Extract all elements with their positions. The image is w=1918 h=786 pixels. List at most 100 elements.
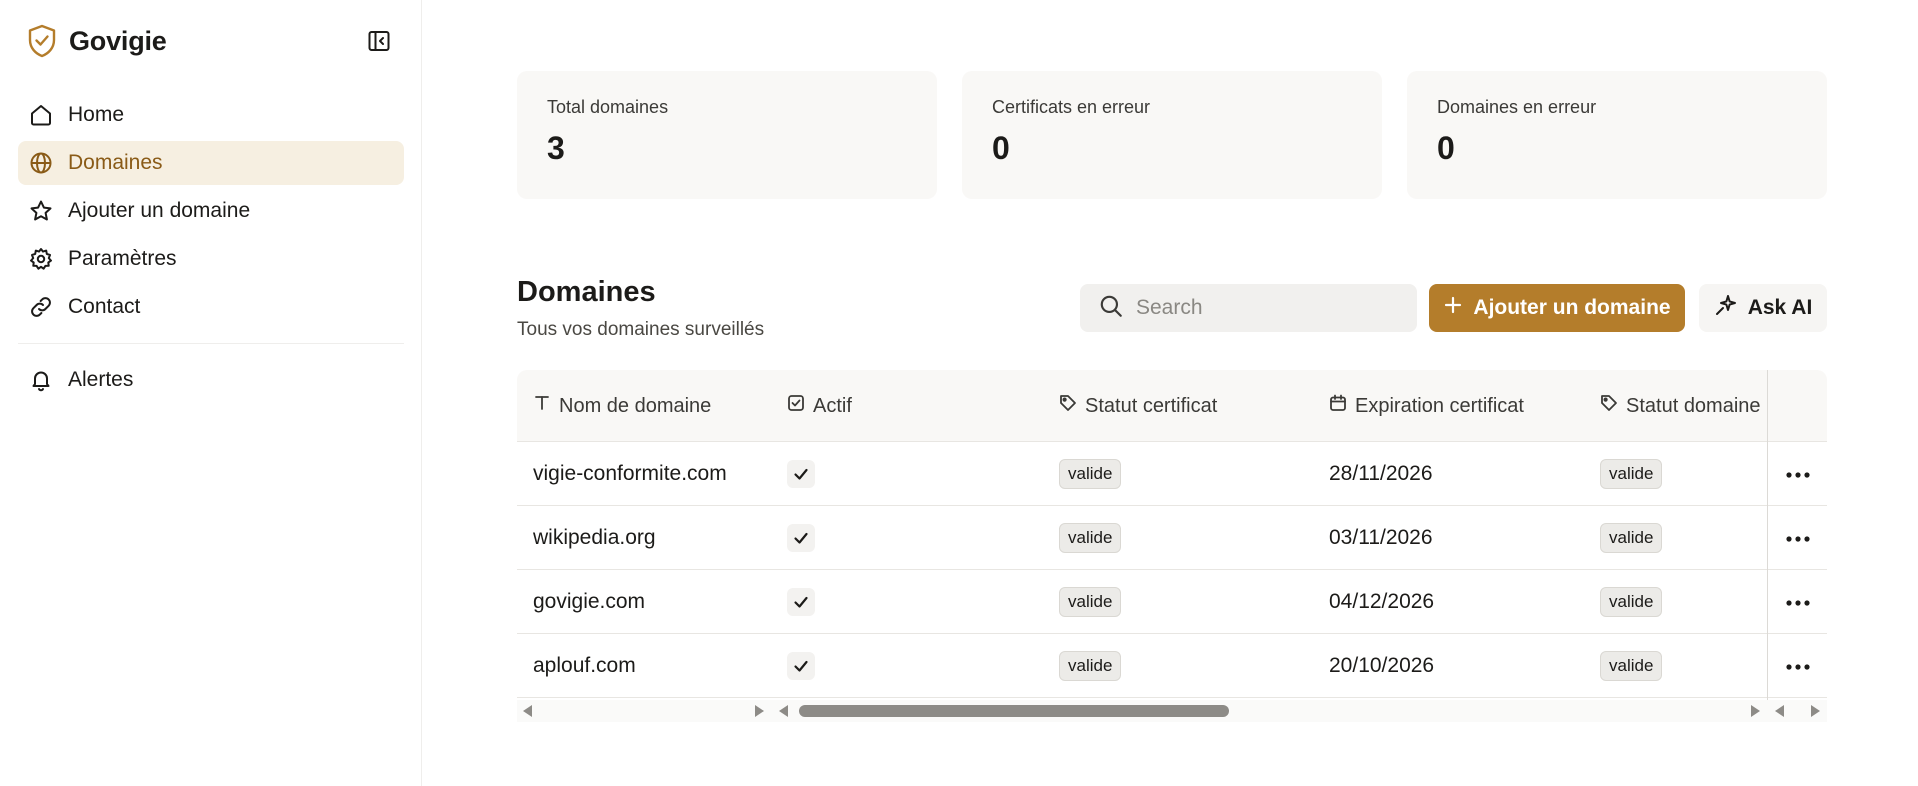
scroll-left-arrow-icon[interactable] [1775, 705, 1784, 717]
cell-active[interactable] [787, 570, 815, 634]
status-badge: valide [1600, 523, 1663, 553]
sidebar-item-ajouter-domaine[interactable]: Ajouter un domaine [18, 189, 404, 233]
sidebar-nav: Home Domaines Ajouter un domaine Paramèt… [18, 93, 404, 406]
status-badge: valide [1059, 587, 1122, 617]
more-horizontal-icon [1786, 593, 1810, 611]
column-header-label: Expiration certificat [1355, 394, 1524, 417]
horizontal-scrollbar[interactable] [517, 700, 1827, 722]
search-input[interactable] [1136, 296, 1396, 320]
cell-domain-status: valide [1600, 442, 1663, 506]
sidebar-item-label: Ajouter un domaine [68, 199, 251, 222]
stat-label: Certificats en erreur [992, 97, 1151, 117]
scroll-left-arrow-icon[interactable] [523, 705, 532, 717]
add-domain-button[interactable]: Ajouter un domaine [1429, 284, 1685, 332]
status-badge: valide [1600, 587, 1663, 617]
cell-domain-status: valide [1600, 634, 1663, 698]
star-icon [28, 198, 54, 224]
ask-ai-button-label: Ask AI [1747, 296, 1813, 319]
scroll-right-arrow-icon[interactable] [1751, 705, 1760, 717]
row-actions-button[interactable] [1778, 442, 1818, 506]
home-icon [28, 102, 54, 128]
check-icon [787, 524, 815, 552]
cell-domain: vigie-conformite.com [533, 462, 727, 485]
section-title: Domaines [517, 276, 656, 308]
table-row[interactable]: wikipedia.org valide 03/11/2026 valide [517, 506, 1827, 570]
tag-icon [1600, 394, 1618, 418]
status-badge: valide [1059, 523, 1122, 553]
more-horizontal-icon [1786, 657, 1810, 675]
cell-active[interactable] [787, 442, 815, 506]
stat-value: 3 [547, 130, 565, 166]
scroll-left-arrow-icon[interactable] [779, 705, 788, 717]
panel-left-close-icon [367, 29, 391, 58]
sparkles-icon [1714, 293, 1738, 323]
sidebar: Govigie Home Domaines Ajouter un domaine… [0, 0, 422, 786]
column-header-statut-domaine[interactable]: Statut domaine [1600, 370, 1761, 442]
row-actions-button[interactable] [1778, 506, 1818, 570]
plus-icon [1443, 295, 1463, 321]
check-icon [787, 588, 815, 616]
cell-expiration: 03/11/2026 [1329, 526, 1433, 549]
column-header-label: Statut certificat [1085, 394, 1218, 417]
sidebar-item-home[interactable]: Home [18, 93, 404, 137]
text-type-icon [533, 394, 551, 418]
cell-cert-status: valide [1059, 506, 1122, 570]
status-badge: valide [1600, 459, 1663, 489]
sidebar-item-label: Alertes [68, 368, 134, 391]
sidebar-item-domaines[interactable]: Domaines [18, 141, 404, 185]
check-icon [787, 652, 815, 680]
search-box[interactable] [1080, 284, 1417, 332]
section-subtitle: Tous vos domaines surveillés [517, 319, 765, 340]
column-header-actif[interactable]: Actif [787, 370, 852, 442]
sidebar-divider [18, 343, 404, 344]
cell-domain: wikipedia.org [533, 526, 656, 549]
stat-value: 0 [992, 130, 1010, 166]
ask-ai-button[interactable]: Ask AI [1699, 284, 1827, 332]
stat-label: Total domaines [547, 97, 669, 117]
status-badge: valide [1600, 651, 1663, 681]
cell-domain-status: valide [1600, 570, 1663, 634]
tag-icon [1059, 394, 1077, 418]
check-icon [787, 460, 815, 488]
sidebar-item-label: Home [68, 103, 125, 126]
brand[interactable]: Govigie [27, 24, 167, 58]
sidebar-item-label: Paramètres [68, 247, 177, 270]
column-header-expiration-certificat[interactable]: Expiration certificat [1329, 370, 1524, 442]
bell-icon [28, 367, 54, 393]
row-actions-button[interactable] [1778, 570, 1818, 634]
column-header-label: Nom de domaine [559, 394, 712, 417]
section-header: Domaines Tous vos domaines surveillés [517, 276, 764, 341]
column-header-nom-domaine[interactable]: Nom de domaine [533, 370, 711, 442]
checkbox-icon [787, 394, 805, 418]
status-badge: valide [1059, 651, 1122, 681]
sidebar-item-contact[interactable]: Contact [18, 285, 404, 329]
cell-active[interactable] [787, 634, 815, 698]
calendar-icon [1329, 394, 1347, 418]
more-horizontal-icon [1786, 465, 1810, 483]
table-row[interactable]: vigie-conformite.com valide 28/11/2026 v… [517, 442, 1827, 506]
globe-icon [28, 150, 54, 176]
sidebar-item-parametres[interactable]: Paramètres [18, 237, 404, 281]
cell-domain: aplouf.com [533, 654, 636, 677]
row-actions-button[interactable] [1778, 634, 1818, 698]
stats-row: Total domaines 3 Certificats en erreur 0… [517, 71, 1827, 199]
shield-check-icon [27, 24, 57, 58]
link-icon [28, 294, 54, 320]
table-row[interactable]: aplouf.com valide 20/10/2026 valide [517, 634, 1827, 698]
column-header-statut-certificat[interactable]: Statut certificat [1059, 370, 1217, 442]
scroll-right-arrow-icon[interactable] [755, 705, 764, 717]
stat-card-domaines-erreur: Domaines en erreur 0 [1407, 71, 1827, 199]
cell-expiration: 04/12/2026 [1329, 590, 1435, 613]
scroll-right-arrow-icon[interactable] [1811, 705, 1820, 717]
sidebar-item-label: Domaines [68, 151, 163, 174]
sidebar-item-alertes[interactable]: Alertes [18, 358, 404, 402]
cell-cert-status: valide [1059, 442, 1122, 506]
status-badge: valide [1059, 459, 1122, 489]
cell-cert-status: valide [1059, 634, 1122, 698]
cell-active[interactable] [787, 506, 815, 570]
scrollbar-thumb[interactable] [799, 705, 1229, 717]
table-row[interactable]: govigie.com valide 04/12/2026 valide [517, 570, 1827, 634]
cell-domain: govigie.com [533, 590, 646, 613]
sidebar-collapse-button[interactable] [366, 30, 392, 56]
add-domain-button-label: Ajouter un domaine [1473, 296, 1671, 319]
